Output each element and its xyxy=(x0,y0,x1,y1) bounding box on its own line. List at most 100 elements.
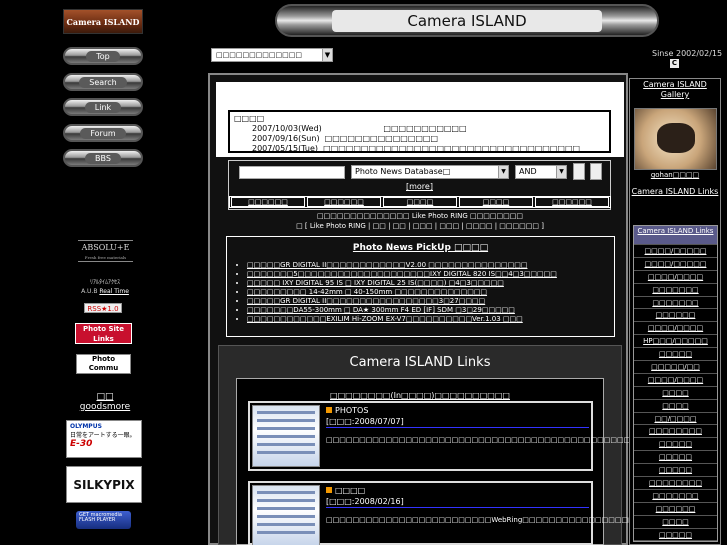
site-select[interactable]: □□□□□□□□□□□□□ ▼ xyxy=(211,48,333,62)
nav-top-button[interactable]: Top xyxy=(63,47,143,65)
link-entry-name[interactable]: □□□□ xyxy=(335,486,365,495)
photo-site-links-banner[interactable]: Photo Site Links xyxy=(75,323,132,344)
chevron-down-icon: ▼ xyxy=(322,49,332,61)
operator-select-value: AND xyxy=(519,167,537,176)
database-select[interactable]: Photo News Database□ ▼ xyxy=(351,165,509,179)
pickup-title[interactable]: Photo News PickUp □□□□ xyxy=(235,243,606,253)
nav-forum-button[interactable]: Forum xyxy=(63,124,143,142)
news-heading: □□□□ xyxy=(234,114,265,123)
chevron-down-icon: ▼ xyxy=(556,166,566,178)
pickup-item[interactable]: □□□□□□□5□□□□□□□□□□□□□□□□□□□□IXY DIGITAL … xyxy=(247,270,606,279)
link-category[interactable]: □□□□ xyxy=(634,400,717,413)
news-item: 2007/09/16(Sun) □□□□□□□□□□□□□□□ xyxy=(234,134,605,144)
pickup-item[interactable]: □□□□□ IXY DIGITAL 95 IS □ IXY DIGITAL 25… xyxy=(247,279,606,288)
gallery-caption[interactable]: gohan□□□□ xyxy=(630,171,720,179)
rss-badge[interactable]: RSS★1.0 xyxy=(84,303,122,313)
links-title: Camera ISLAND Links xyxy=(349,355,491,370)
category-tab[interactable]: □□□□□□ xyxy=(231,197,305,207)
operator-select[interactable]: AND ▼ xyxy=(515,165,567,179)
ring-nav[interactable]: □ [ Like Photo RING | □□ | □□ | □□□ | □□… xyxy=(216,221,624,231)
site-thumbnail[interactable] xyxy=(252,405,320,467)
link-category[interactable]: □□□□□□ xyxy=(634,309,717,323)
goodsmore-link[interactable]: □□ goodsmore xyxy=(70,392,140,412)
pickup-item[interactable]: □□□□□□□□□ 14-42mm □ 40-150mm □□□□□□□□□□□… xyxy=(247,288,606,297)
gallery-title-link[interactable]: Camera ISLAND Gallery xyxy=(630,80,720,100)
pickup-item[interactable]: □□□□□GR DIGITAL II□□□□□□□□□□□□□□□□□3□27□… xyxy=(247,297,606,306)
link-category[interactable]: □□□□□□□□ xyxy=(634,425,717,439)
link-category[interactable]: HP□□□/□□□□□ xyxy=(634,335,717,349)
link-entry[interactable]: PHOTOS [□□□:2008/07/07] □□□□□□□□□□□□□□□□… xyxy=(248,401,696,471)
link-category[interactable]: □□□□□□□ xyxy=(634,284,717,297)
pug-face xyxy=(657,123,695,153)
link-category[interactable]: □□□□/□□□□□ xyxy=(634,258,717,271)
link-category[interactable]: □□□□/□□□□ xyxy=(634,374,717,387)
link-category[interactable]: □□□□□/□□ xyxy=(634,361,717,374)
pickup-item[interactable]: □□□□□GR DIGITAL II□□□□□□□□□□□□V2.00 □□□□… xyxy=(247,261,606,270)
nav-link-button[interactable]: Link xyxy=(63,98,143,116)
site-select-value: □□□□□□□□□□□□□ xyxy=(216,51,302,59)
category-tab[interactable]: □□□□ xyxy=(383,197,457,207)
silkypix-ad[interactable]: SILKYPIX xyxy=(66,466,142,503)
link-entry-date: [□□□:2008/02/16] xyxy=(326,496,589,508)
pickup-item[interactable]: □□□□□□□DA55-300mm □ DA★ 300mm F4 ED [IF]… xyxy=(247,306,606,315)
link-category[interactable]: □□□□□ xyxy=(634,529,717,542)
link-category[interactable]: □□□□/□□□□□ xyxy=(634,245,717,258)
category-tab[interactable]: □□□□□□ xyxy=(307,197,381,207)
pickup-list: □□□□□GR DIGITAL II□□□□□□□□□□□□V2.00 □□□□… xyxy=(235,261,606,324)
page-title: Camera ISLAND xyxy=(332,9,602,32)
link-category[interactable]: □□□□□□ xyxy=(634,503,717,516)
more-link[interactable]: [more] xyxy=(406,182,433,191)
link-category[interactable]: □□□□ xyxy=(634,516,717,529)
site-thumbnail[interactable] xyxy=(252,485,320,545)
news-item: 2007/05/15(Tue) □□□□□□□□□□□□□□□□□□□□□□□□… xyxy=(234,144,605,154)
search-input[interactable] xyxy=(239,166,345,179)
link-category[interactable]: □□□□□□□□ xyxy=(634,477,717,490)
chevron-down-icon: ▼ xyxy=(498,166,508,178)
realtime-access: ﾘｱﾙﾀｲﾑｱｸｾｽ A.U.B Real Time xyxy=(74,278,136,296)
link-list-head[interactable]: Camera ISLAND Links xyxy=(634,226,717,245)
link-entry-date: [□□□:2008/07/07] xyxy=(326,416,589,428)
olympus-brand: OLYMPUS xyxy=(70,423,102,430)
absolute-banner[interactable]: ABSOLU+E Fresh free materials xyxy=(78,240,133,262)
nav-bbs-button[interactable]: BBS xyxy=(63,149,143,167)
pickup-box: Photo News PickUp □□□□ □□□□□GR DIGITAL I… xyxy=(226,236,615,337)
pickup-item[interactable]: □□□□□□□□□□□□EXILIM Hi-ZOOM EX-V7□□□□□□□□… xyxy=(247,315,606,324)
link-entry[interactable]: □□□□ [□□□:2008/02/16] □□□□□□□□□□□□□□□□□□… xyxy=(248,481,688,545)
news-date: 2007/09/16(Sun) xyxy=(252,134,320,143)
link-entry-desc: □□□□□□□□□□□□□□□□□□□□□□□□□WebRing□□□□□□□□… xyxy=(326,516,688,524)
site-logo[interactable]: Camera ISLAND xyxy=(63,9,143,34)
clear-button[interactable] xyxy=(590,163,602,180)
gallery-photo[interactable] xyxy=(634,108,717,170)
link-category[interactable]: □□□□□□□ xyxy=(634,490,717,503)
link-category[interactable]: □□□□□ xyxy=(634,464,717,478)
news-text: □□□□□□□□□□□□□□□ xyxy=(324,134,439,143)
category-tab[interactable]: □□□□□□ xyxy=(535,197,609,207)
link-entry-name[interactable]: PHOTOS xyxy=(335,406,368,415)
link-category[interactable]: □□□□/□□□□ xyxy=(634,322,717,336)
nav-search-button[interactable]: Search xyxy=(63,73,143,91)
link-category[interactable]: □□□□□ xyxy=(634,451,717,465)
photo-commu-banner[interactable]: Photo Commu xyxy=(76,354,131,374)
flash-player-badge[interactable]: GET macromedia FLASH PLAYER xyxy=(76,511,131,529)
link-category[interactable]: □□□□ xyxy=(634,387,717,400)
link-category[interactable]: □□□□□ xyxy=(634,438,717,452)
link-category[interactable]: □□□□□□□ xyxy=(634,297,717,310)
database-select-value: Photo News Database□ xyxy=(355,167,451,176)
link-entry-info: □□□□ [□□□:2008/02/16] □□□□□□□□□□□□□□□□□□… xyxy=(326,485,688,526)
since-date: Sinse 2002/02/15 xyxy=(652,49,723,58)
category-tab[interactable]: □□□□ xyxy=(459,197,533,207)
olympus-ad[interactable]: OLYMPUS 日常をアートする一眼。 E-30 xyxy=(66,420,142,458)
nav-link-label: Link xyxy=(84,101,122,113)
link-category[interactable]: □□□□/□□□□ xyxy=(634,271,717,284)
news-link[interactable]: PhotoCommu xyxy=(327,124,381,133)
link-category[interactable]: □□/□□□□ xyxy=(634,413,717,426)
ci-links-link[interactable]: Camera ISLAND Links xyxy=(630,187,720,196)
links-subtitle[interactable]: □□□□□□□□(In□□□□)□□□□□□□□□□ xyxy=(236,391,604,400)
olympus-model: E-30 xyxy=(70,439,93,449)
link-category[interactable]: □□□□□ xyxy=(634,348,717,362)
news-date: 2007/10/03(Wed) xyxy=(252,124,322,133)
realtime-link[interactable]: Real Time xyxy=(99,288,129,295)
search-button[interactable] xyxy=(573,163,585,180)
bullet-icon xyxy=(326,487,332,493)
realtime-mid: A.U.B xyxy=(81,288,98,295)
